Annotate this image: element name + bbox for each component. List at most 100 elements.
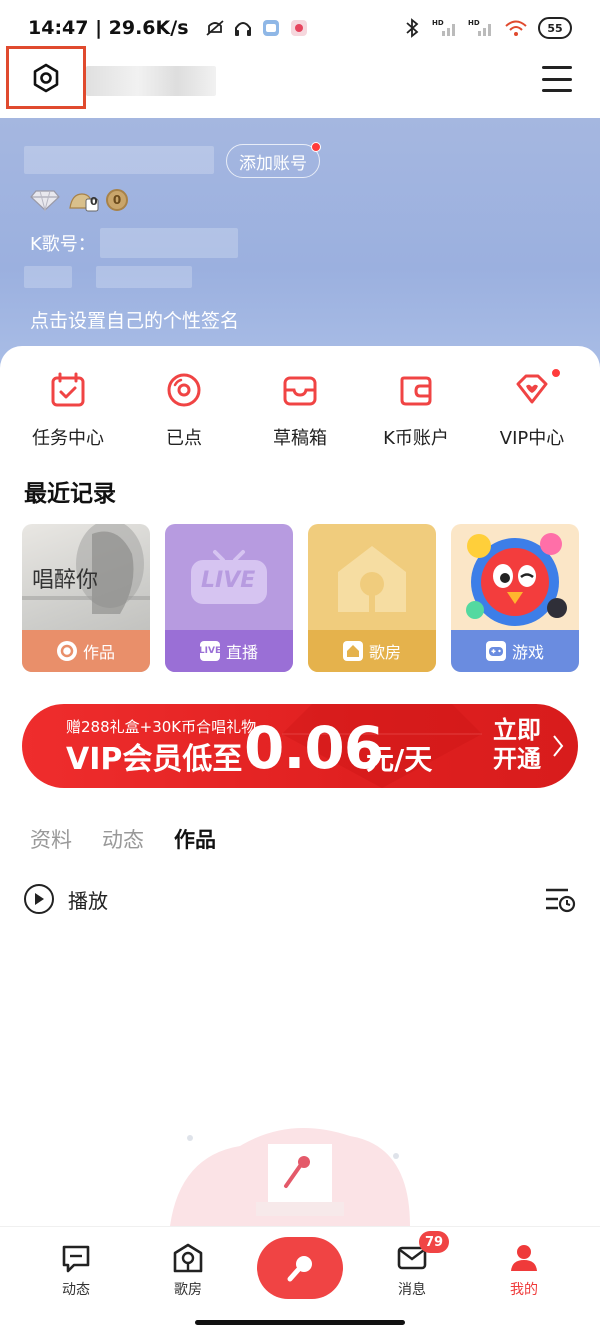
recent-card-works[interactable]: 唱醉你 作品 xyxy=(22,524,150,672)
recent-row: 唱醉你 作品 LIVE LIVE 直播 歌房 游戏 xyxy=(22,524,582,672)
empty-state-illustration xyxy=(170,1128,410,1226)
add-account-button[interactable]: 添加账号 xyxy=(226,142,321,178)
playlist-timer-icon[interactable] xyxy=(544,886,576,914)
vip-cta-button[interactable]: 立即开通 xyxy=(490,716,544,774)
status-right: HD HD 55 xyxy=(402,17,572,39)
chevron-right-icon xyxy=(553,735,564,757)
bluetooth-icon xyxy=(402,18,422,38)
recent-foot: 歌房 xyxy=(308,630,436,672)
nav-feed[interactable]: 动态 xyxy=(41,1243,111,1299)
signature-placeholder[interactable]: 点击设置自己的个性签名 xyxy=(30,306,239,333)
svg-text:HD: HD xyxy=(432,19,444,27)
works-cover-text: 唱醉你 xyxy=(32,568,99,593)
vip-main-text: VIP会员低至 xyxy=(66,742,243,777)
status-icons-left xyxy=(205,18,309,38)
profile-header: 添加账号 0 0 K歌号： 点击设置自己的个性签名 xyxy=(0,118,600,368)
menu-line xyxy=(542,66,572,69)
house-icon xyxy=(342,641,363,661)
stats-redacted-1 xyxy=(24,266,72,288)
app-notification-icon xyxy=(261,18,281,38)
vip-unit: 元/天 xyxy=(366,743,433,776)
user-profile-icon xyxy=(511,1245,537,1271)
vip-red-dot xyxy=(551,368,561,378)
quick-item-drafts[interactable]: 草稿箱 xyxy=(245,370,355,450)
nav-messages[interactable]: 消息 79 xyxy=(377,1231,450,1299)
game-cover-art xyxy=(466,533,567,626)
coin-badge: 0 xyxy=(106,189,128,211)
username-redacted xyxy=(86,66,216,96)
tab-feed[interactable]: 动态 xyxy=(102,824,144,854)
nickname-redacted xyxy=(24,146,214,174)
bottom-nav: 动态 歌房 消息 79 我的 xyxy=(0,1226,600,1333)
svg-text:HD: HD xyxy=(468,19,480,27)
nav-label: 歌房 xyxy=(174,1282,202,1298)
quick-item-vip-center[interactable]: VIP中心 xyxy=(477,368,587,450)
quick-label: 草稿箱 xyxy=(273,428,327,449)
nav-label: 消息 xyxy=(398,1282,426,1298)
settings-button[interactable] xyxy=(6,46,86,109)
status-time-speed: 14:47 | 29.6K/s xyxy=(28,17,189,39)
live-cover-art: LIVE xyxy=(189,548,269,606)
recent-label: 直播 xyxy=(225,643,258,662)
kge-id-redacted xyxy=(100,228,238,258)
nav-sing-button[interactable] xyxy=(257,1237,343,1299)
kge-id-label: K歌号： xyxy=(30,234,96,255)
music-app-notification-icon xyxy=(289,18,309,38)
battery-indicator: 55 xyxy=(538,17,572,39)
recent-foot: 游戏 xyxy=(451,630,579,672)
menu-line xyxy=(542,77,572,81)
main-card: 任务中心 已点 草稿箱 K币账户 VIP中心 最近记录 唱醉你 作品 LIVE … xyxy=(0,346,600,1226)
status-left: 14:47 | 29.6K/s xyxy=(28,17,309,39)
recent-label: 游戏 xyxy=(511,643,544,662)
badges-row[interactable]: 0 0 xyxy=(30,188,128,212)
nav-room[interactable]: 歌房 xyxy=(153,1243,223,1299)
recent-section-title: 最近记录 xyxy=(24,481,116,507)
signal-hd-icon-1: HD xyxy=(432,18,458,38)
nav-me[interactable]: 我的 xyxy=(489,1243,559,1299)
home-indicator[interactable] xyxy=(195,1320,405,1325)
add-account-red-dot xyxy=(311,142,321,152)
top-bar xyxy=(0,46,600,118)
profile-tabs: 资料 动态 作品 xyxy=(30,824,216,854)
quick-item-kcoin-account[interactable]: K币账户 xyxy=(361,370,471,450)
quick-item-task-center[interactable]: 任务中心 xyxy=(13,370,123,450)
vip-heart-icon xyxy=(516,374,548,404)
menu-button[interactable] xyxy=(542,66,572,92)
stats-redacted-2 xyxy=(96,266,192,288)
tab-profile[interactable]: 资料 xyxy=(30,824,72,854)
recent-card-live[interactable]: LIVE LIVE 直播 xyxy=(165,524,293,672)
status-bar: 14:47 | 29.6K/s HD HD 55 xyxy=(0,0,600,56)
room-cover-art xyxy=(338,546,406,612)
quick-label: 已点 xyxy=(166,428,202,449)
microphone-icon xyxy=(287,1256,312,1282)
recent-label: 作品 xyxy=(82,643,115,662)
recent-foot: LIVE 直播 xyxy=(165,630,293,672)
headphones-icon xyxy=(233,18,253,38)
quick-label: K币账户 xyxy=(383,428,449,449)
recent-foot: 作品 xyxy=(22,630,150,672)
messages-count-badge: 79 xyxy=(419,1231,450,1253)
signal-hd-icon-2: HD xyxy=(468,18,494,38)
vip-promo-banner[interactable]: 赠288礼盒+30K币合唱礼物 VIP会员低至 0.06 元/天 立即开通 xyxy=(22,704,578,788)
play-label: 播放 xyxy=(68,888,108,913)
nav-label: 动态 xyxy=(62,1282,90,1298)
tab-works[interactable]: 作品 xyxy=(174,824,216,854)
quick-item-ordered[interactable]: 已点 xyxy=(129,370,239,450)
settings-hexagon-icon xyxy=(33,63,59,92)
inbox-tray-icon xyxy=(283,376,317,406)
crown-level-icon: 0 xyxy=(68,190,99,212)
play-icon xyxy=(24,884,54,914)
nav-label: 我的 xyxy=(510,1282,538,1298)
recent-card-game[interactable]: 游戏 xyxy=(451,524,579,672)
quick-label: VIP中心 xyxy=(499,428,565,449)
disc-icon xyxy=(56,641,77,661)
quick-actions: 任务中心 已点 草稿箱 K币账户 VIP中心 xyxy=(0,368,600,450)
menu-line xyxy=(542,89,572,92)
play-all-button[interactable]: 播放 xyxy=(24,884,108,914)
live-cover-text: LIVE xyxy=(201,568,256,593)
live-icon: LIVE xyxy=(199,641,221,661)
recent-card-room[interactable]: 歌房 xyxy=(308,524,436,672)
add-account-label: 添加账号 xyxy=(239,153,307,174)
quick-label: 任务中心 xyxy=(32,428,104,449)
vip-price: 0.06 xyxy=(244,714,384,782)
